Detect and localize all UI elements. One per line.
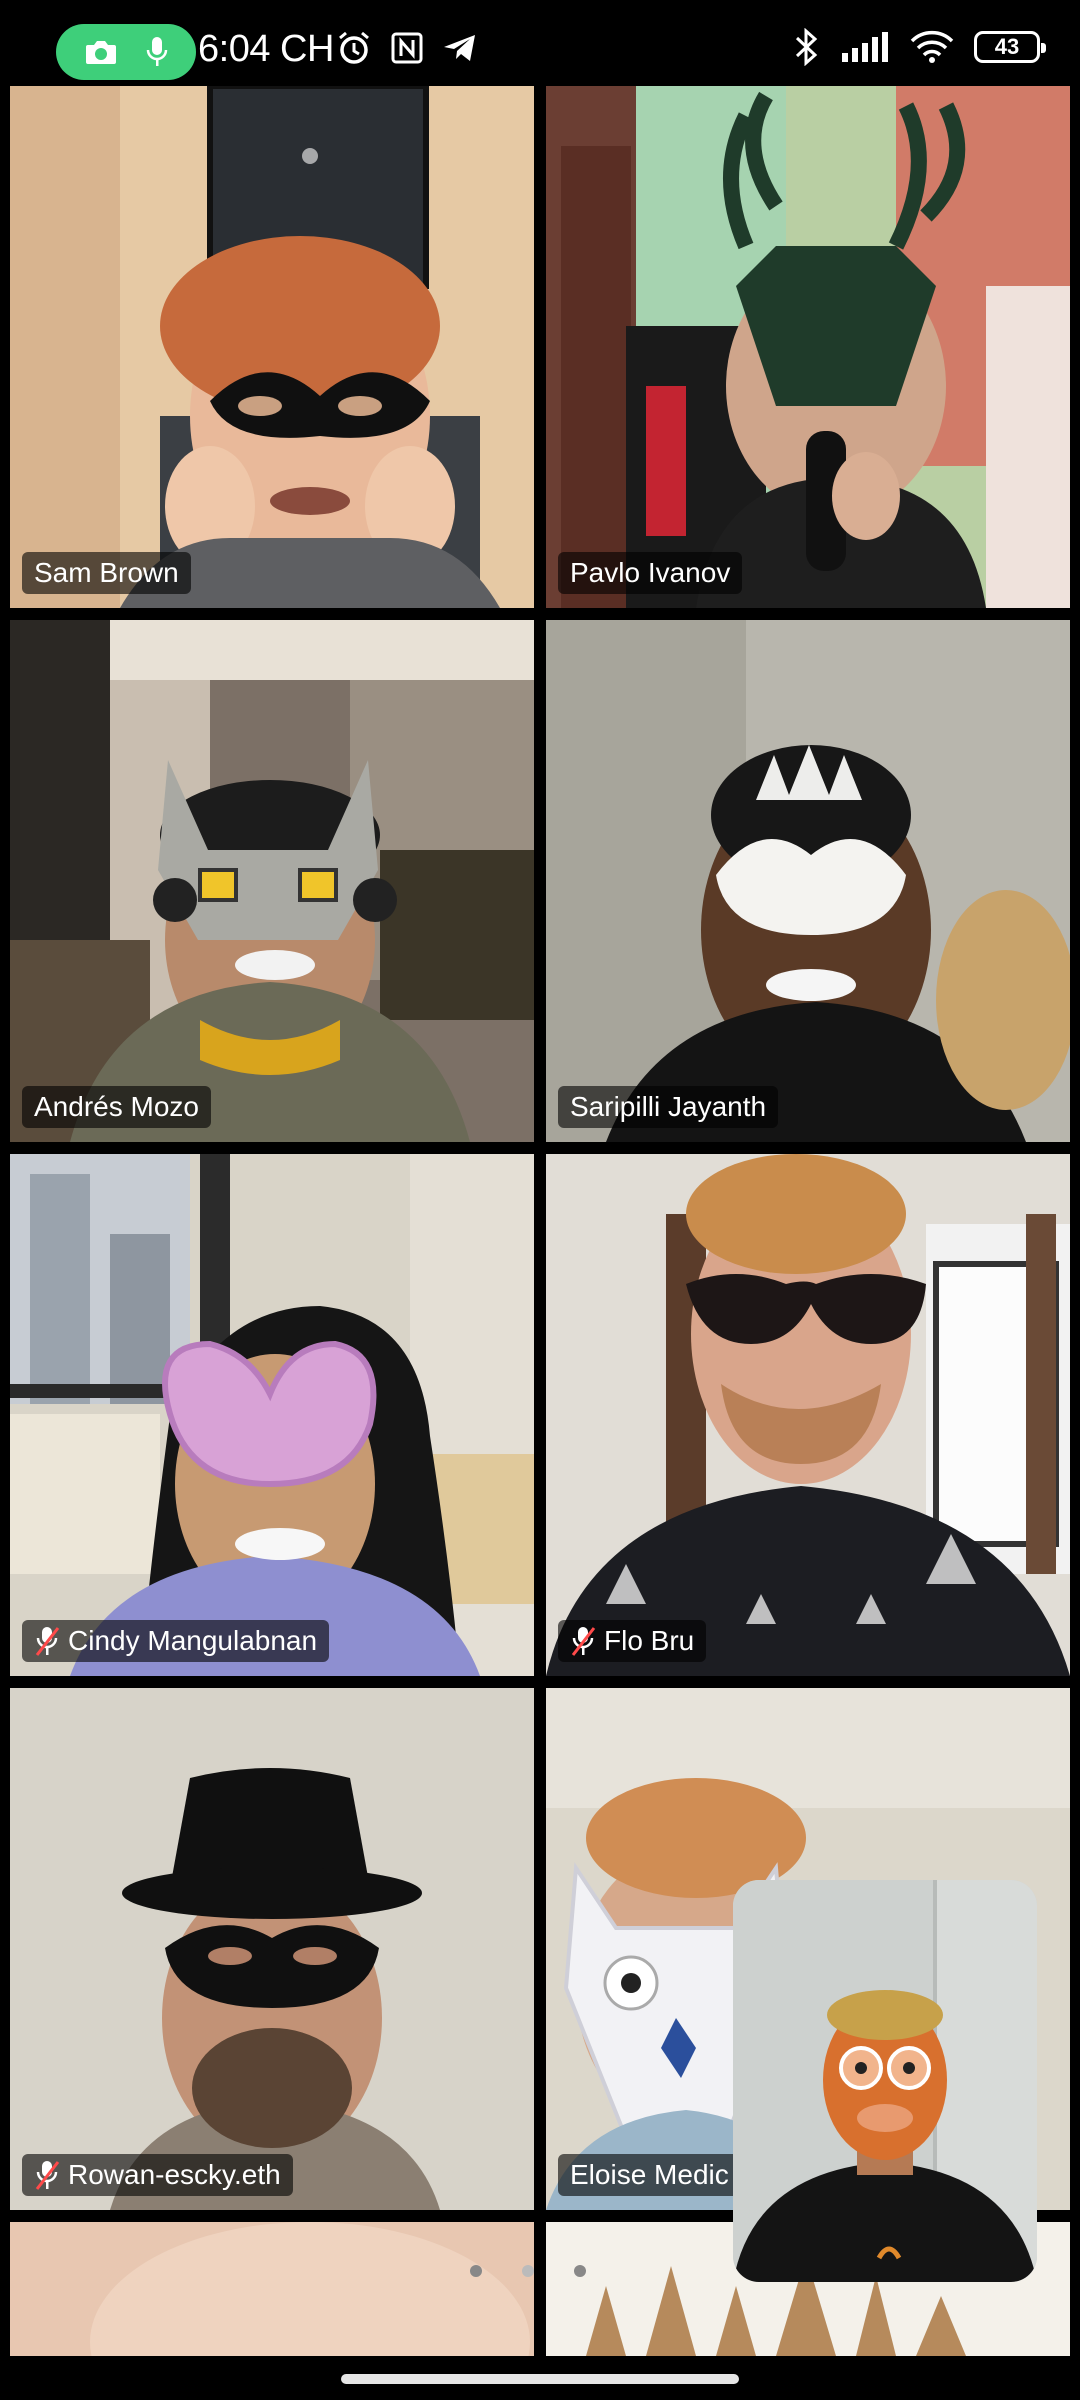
participant-tile-andres-mozo[interactable]: Andrés Mozo — [10, 620, 534, 1142]
microphone-muted-icon — [35, 2161, 60, 2190]
battery-indicator: 43 — [974, 31, 1046, 63]
participant-name-label: Andrés Mozo — [22, 1086, 211, 1128]
participant-tile-sam-brown[interactable]: Sam Brown — [10, 86, 534, 608]
participant-tile-cindy-mangulabnan[interactable]: Cindy Mangulabnan — [10, 1154, 534, 1676]
participant-name-label: Rowan-escky.eth — [22, 2154, 293, 2196]
camera-icon — [85, 41, 116, 64]
privacy-indicator-pill[interactable] — [56, 24, 196, 80]
participant-name-label: Eloise Medic — [558, 2154, 741, 2196]
video-feed — [10, 1688, 534, 2210]
participant-tile-partial-left[interactable] — [10, 2222, 534, 2356]
status-time: 6:04 CH — [198, 28, 334, 70]
video-call-screen: 6:04 CH 43 Sam Brown Pavlo Ivanov Andrés… — [0, 0, 1080, 2400]
participant-name-label: Saripilli Jayanth — [558, 1086, 779, 1128]
video-feed — [10, 620, 534, 1142]
microphone-muted-icon — [571, 1627, 596, 1656]
participant-name-label: Pavlo Ivanov — [558, 552, 743, 594]
nfc-icon — [391, 32, 423, 64]
video-feed — [546, 620, 1070, 1142]
bluetooth-icon — [795, 28, 818, 66]
microphone-muted-icon — [35, 1627, 60, 1656]
page-dot[interactable] — [574, 2265, 586, 2277]
video-feed — [546, 1154, 1070, 1676]
participant-name-label: Cindy Mangulabnan — [22, 1620, 330, 1662]
page-dot-active[interactable] — [522, 2265, 534, 2277]
page-indicator[interactable] — [470, 2265, 586, 2277]
participant-name: Cindy Mangulabnan — [68, 1625, 318, 1656]
participant-name: Rowan-escky.eth — [68, 2159, 281, 2190]
telegram-icon — [444, 35, 475, 61]
participant-tile-saripilli-jayanth[interactable]: Saripilli Jayanth — [546, 620, 1070, 1142]
wifi-icon — [910, 30, 954, 63]
participant-name-label: Sam Brown — [22, 552, 191, 594]
participant-name-label: Flo Bru — [558, 1620, 707, 1662]
status-bar: 6:04 CH 43 — [0, 0, 1080, 84]
video-feed — [10, 1154, 534, 1676]
video-feed — [10, 86, 534, 608]
participant-name: Eloise Medic — [570, 2159, 729, 2190]
page-dot[interactable] — [470, 2265, 482, 2277]
participant-name: Flo Bru — [604, 1625, 695, 1656]
video-feed — [546, 86, 1070, 608]
self-view-pip[interactable] — [733, 1880, 1037, 2282]
participant-tile-rowan-escky[interactable]: Rowan-escky.eth — [10, 1688, 534, 2210]
video-feed — [10, 2222, 534, 2356]
participant-name: Pavlo Ivanov — [570, 557, 731, 588]
participant-tile-flo-bru[interactable]: Flo Bru — [546, 1154, 1070, 1676]
participant-name: Saripilli Jayanth — [570, 1091, 767, 1122]
microphone-icon — [146, 37, 167, 66]
home-indicator[interactable] — [341, 2374, 739, 2384]
battery-level: 43 — [994, 34, 1020, 59]
cellular-signal-icon — [842, 32, 888, 62]
participant-name: Andrés Mozo — [34, 1091, 199, 1122]
self-video-feed — [733, 1880, 1037, 2282]
participant-name: Sam Brown — [34, 557, 179, 588]
alarm-icon — [339, 31, 369, 64]
participant-tile-pavlo-ivanov[interactable]: Pavlo Ivanov — [546, 86, 1070, 608]
